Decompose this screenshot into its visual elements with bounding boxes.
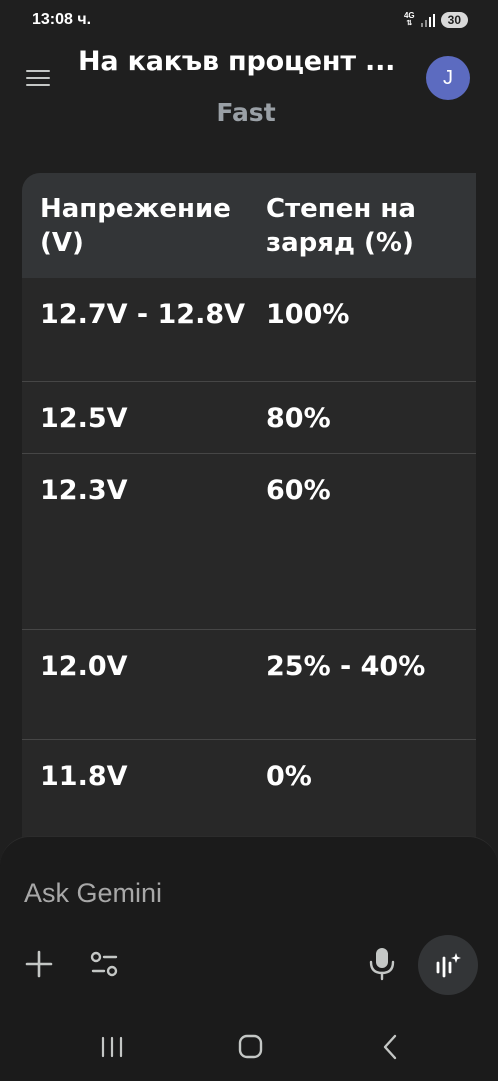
table-row: 12.3V 60% xyxy=(22,454,476,630)
page-title[interactable]: На какъв процент ... xyxy=(78,46,408,77)
table-cell-charge: 60% xyxy=(266,475,331,506)
tools-button[interactable] xyxy=(88,949,122,979)
table-header-voltage: Напрежение (V) xyxy=(40,194,231,258)
network-type-icon: 4G ⇅ xyxy=(404,12,415,28)
table-header-charge: Степен на заряд (%) xyxy=(266,194,416,258)
model-selector[interactable]: Fast xyxy=(0,98,492,127)
table-cell-voltage: 11.8V xyxy=(40,761,128,792)
nav-back-button[interactable] xyxy=(370,1032,410,1062)
recents-icon xyxy=(101,1036,123,1058)
data-arrows-icon: ⇅ xyxy=(406,20,413,27)
microphone-button[interactable] xyxy=(366,945,398,981)
table-row: 11.8V 0% xyxy=(22,740,476,841)
table-cell-voltage: 12.0V xyxy=(40,651,128,682)
nav-recents-button[interactable] xyxy=(92,1032,132,1062)
signal-strength-icon xyxy=(420,13,435,27)
add-attachment-button[interactable] xyxy=(24,949,54,979)
table-header-row: Напрежение (V) Степен на заряд (%) xyxy=(22,173,476,278)
table-row: 12.5V 80% xyxy=(22,382,476,454)
table-row: 12.0V 25% - 40% xyxy=(22,630,476,740)
app-header: На какъв процент ... Fast J xyxy=(0,44,498,140)
table-cell-charge: 0% xyxy=(266,761,312,792)
table-cell-voltage: 12.5V xyxy=(40,403,128,434)
plus-icon xyxy=(25,950,53,978)
hamburger-menu-icon xyxy=(26,70,50,72)
status-bar: 13:08 ч. 4G ⇅ 30 xyxy=(0,0,498,44)
gemini-live-icon xyxy=(436,953,461,978)
response-table: Напрежение (V) Степен на заряд (%) 12.7V… xyxy=(22,173,476,841)
battery-indicator: 30 xyxy=(440,12,468,28)
table-cell-voltage: 12.7V - 12.8V xyxy=(40,299,246,330)
table-cell-voltage: 12.3V xyxy=(40,475,128,506)
table-cell-charge: 100% xyxy=(266,299,350,330)
avatar[interactable]: J xyxy=(426,56,470,100)
system-nav-bar xyxy=(0,1016,498,1080)
gemini-live-button[interactable] xyxy=(418,935,478,995)
tools-sliders-icon xyxy=(90,951,118,977)
status-time: 13:08 ч. xyxy=(32,11,92,28)
microphone-icon xyxy=(369,948,395,981)
table-cell-charge: 25% - 40% xyxy=(266,651,426,682)
home-icon xyxy=(238,1034,263,1059)
table-cell-charge: 80% xyxy=(266,403,331,434)
table-row: 12.7V - 12.8V 100% xyxy=(22,278,476,382)
back-icon xyxy=(383,1034,397,1060)
menu-button[interactable] xyxy=(24,66,54,90)
nav-home-button[interactable] xyxy=(230,1032,270,1062)
status-icons: 4G ⇅ 30 xyxy=(404,12,468,28)
ask-gemini-input[interactable] xyxy=(24,873,364,913)
network-type-label: 4G xyxy=(403,11,415,20)
